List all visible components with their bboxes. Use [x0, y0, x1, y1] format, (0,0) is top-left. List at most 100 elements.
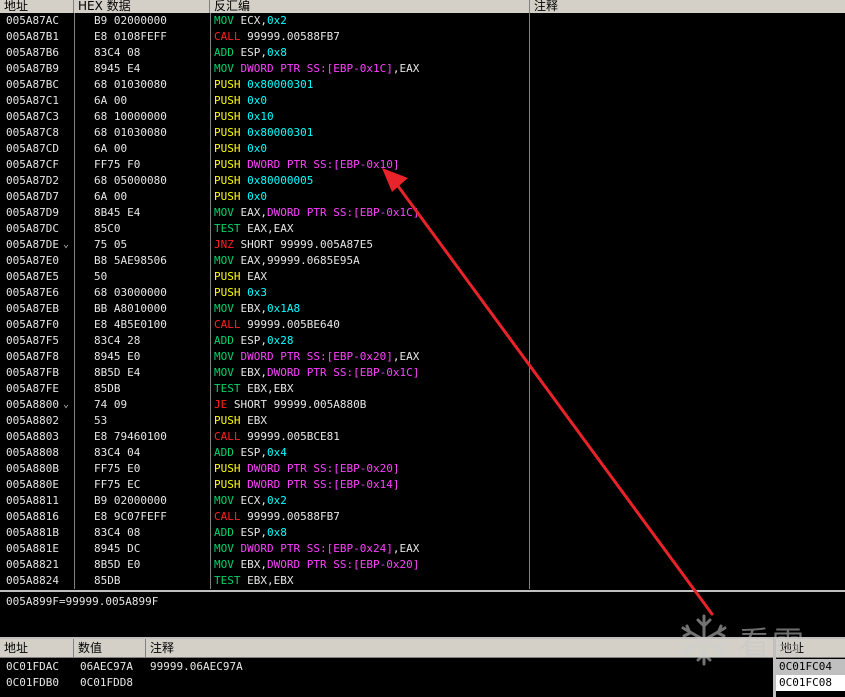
dump-column-value[interactable]: 数值 [74, 639, 146, 657]
disasm-token: EBX [247, 414, 267, 427]
disasm-row[interactable]: 005A87D9 8B45 E4 MOV EAX,DWORD PTR SS:[EBP… [0, 205, 845, 221]
row-hex: 83C4 04 [94, 446, 141, 459]
row-address: 005A87FE [6, 382, 59, 395]
row-address: 005A87EB [6, 302, 59, 315]
dump-row[interactable]: 0C01FDB0 0C01FDD8 [0, 675, 773, 691]
disasm-row[interactable]: 005A87C1 6A 00 PUSH 0x0 [0, 93, 845, 109]
disasm-token: EAX,99999.0685E95A [240, 254, 360, 267]
disasm-token: MOV [214, 254, 241, 267]
disasm-row[interactable]: 005A881E 8945 DC MOV DWORD PTR SS:[EBP-0x2… [0, 541, 845, 557]
disasm-row[interactable]: 005A87E0 B8 5AE98506 MOV EAX,99999.0685E95… [0, 253, 845, 269]
disasm-token: MOV [214, 14, 241, 27]
disasm-row[interactable]: 005A87CD 6A 00 PUSH 0x0 [0, 141, 845, 157]
row-hex: BB A8010000 [94, 302, 167, 315]
row-address: 005A87B1 [6, 30, 59, 43]
row-disasm: PUSH 0x0 [214, 93, 267, 109]
disasm-row[interactable]: 005A8811 B9 02000000 MOV ECX,0x2 [0, 493, 845, 509]
disasm-row[interactable]: 005A880B FF75 E0 PUSH DWORD PTR SS:[EBP-0x… [0, 461, 845, 477]
disasm-token: ESP, [240, 46, 268, 59]
disasm-token: SHORT 99999.005A87E5 [240, 238, 373, 251]
disasm-token: ,EAX [392, 350, 420, 363]
disasm-row[interactable]: 005A881B 83C4 08 ADD ESP,0x8 [0, 525, 845, 541]
row-disasm: PUSH DWORD PTR SS:[EBP-0x10] [214, 157, 399, 173]
disasm-token: 0x1A8 [267, 302, 301, 315]
row-disasm: CALL 99999.005BE640 [214, 317, 340, 333]
disasm-token: EAX,EAX [247, 222, 294, 235]
disasm-row[interactable]: 005A87CF FF75 F0 PUSH DWORD PTR SS:[EBP-0x… [0, 157, 845, 173]
disasm-row[interactable]: 005A87C8 68 01030080 PUSH 0x80000301 [0, 125, 845, 141]
disasm-row[interactable]: 005A87DC 85C0 TEST EAX,EAX [0, 221, 845, 237]
disasm-token: EBX,EBX [247, 574, 294, 587]
disasm-row[interactable]: 005A87BC 68 01030080 PUSH 0x80000301 [0, 77, 845, 93]
row-disasm: JNZ SHORT 99999.005A87E5 [214, 237, 373, 253]
disasm-row[interactable]: 005A87F0 E8 4B5E0100 CALL 99999.005BE640 [0, 317, 845, 333]
disasm-row[interactable]: 005A87DE ⌄ 75 05 JNZ SHORT 99999.005A87E5 [0, 237, 845, 253]
row-hex: 85DB [94, 574, 121, 587]
disasm-row[interactable]: 005A87AC B9 02000000 MOV ECX,0x2 [0, 13, 845, 29]
disasm-token: SHORT 99999.005A880B [233, 398, 367, 411]
column-header-comment[interactable]: 注释 [530, 0, 845, 13]
jump-marker-icon: ⌄ [63, 399, 70, 410]
row-address: 005A87B6 [6, 46, 59, 59]
watermark-text: 看雪 [738, 624, 807, 662]
row-disasm: TEST EAX,EAX [214, 221, 293, 237]
disasm-row[interactable]: 005A87D7 6A 00 PUSH 0x0 [0, 189, 845, 205]
row-hex: 8945 E0 [94, 350, 141, 363]
disasm-token: EBX, [240, 302, 268, 315]
disasm-header: 地址 HEX 数据 反汇编 注释 [0, 0, 845, 14]
disasm-row[interactable]: 005A87E5 50 PUSH EAX [0, 269, 845, 285]
disasm-row[interactable]: 005A87F5 83C4 28 ADD ESP,0x28 [0, 333, 845, 349]
column-header-disasm[interactable]: 反汇编 [210, 0, 530, 13]
row-address: 005A880E [6, 478, 59, 491]
row-hex: 68 05000080 [94, 174, 167, 187]
disasm-row[interactable]: 005A8821 8B5D E0 MOV EBX,DWORD PTR SS:[EBP… [0, 557, 845, 573]
row-hex: 68 01030080 [94, 78, 167, 91]
disasm-row[interactable]: 005A8803 E8 79460100 CALL 99999.005BCE81 [0, 429, 845, 445]
row-hex: FF75 E0 [94, 462, 141, 475]
column-header-address[interactable]: 地址 [0, 0, 74, 13]
row-hex: 75 05 [94, 238, 128, 251]
disasm-row[interactable]: 005A8824 85DB TEST EBX,EBX [0, 573, 845, 589]
disasm-row[interactable]: 005A8800 ⌄ 74 09 JE SHORT 99999.005A880B [0, 397, 845, 413]
disasm-row[interactable]: 005A8802 53 PUSH EBX [0, 413, 845, 429]
row-disasm: ADD ESP,0x8 [214, 525, 287, 541]
dump-value: 0C01FDD8 [80, 676, 133, 689]
row-hex: 85DB [94, 382, 121, 395]
disasm-row[interactable]: 005A880E FF75 EC PUSH DWORD PTR SS:[EBP-0x… [0, 477, 845, 493]
disasm-row[interactable]: 005A87B6 83C4 08 ADD ESP,0x8 [0, 45, 845, 61]
disasm-row[interactable]: 005A87EB BB A8010000 MOV EBX,0x1A8 [0, 301, 845, 317]
row-address: 005A8816 [6, 510, 59, 523]
disasm-row[interactable]: 005A87FB 8B5D E4 MOV EBX,DWORD PTR SS:[EBP… [0, 365, 845, 381]
disasm-row[interactable]: 005A87B1 E8 0108FEFF CALL 99999.00588FB7 [0, 29, 845, 45]
disasm-row[interactable]: 005A87F8 8945 E0 MOV DWORD PTR SS:[EBP-0x2… [0, 349, 845, 365]
disasm-token: DWORD PTR SS:[EBP-0x20] [240, 350, 393, 363]
disasm-token: 0x2 [267, 494, 287, 507]
disasm-row[interactable]: 005A87D2 68 05000080 PUSH 0x80000005 [0, 173, 845, 189]
dump-column-address[interactable]: 地址 [0, 639, 74, 657]
row-disasm: MOV ECX,0x2 [214, 493, 287, 509]
disasm-token: 0x4 [267, 446, 287, 459]
row-address: 005A87B9 [6, 62, 59, 75]
disasm-row[interactable]: 005A8808 83C4 04 ADD ESP,0x4 [0, 445, 845, 461]
row-hex: 8B45 E4 [94, 206, 141, 219]
column-header-hex[interactable]: HEX 数据 [74, 0, 210, 13]
disasm-row[interactable]: 005A87C3 68 10000000 PUSH 0x10 [0, 109, 845, 125]
row-hex: B9 02000000 [94, 494, 167, 507]
stack-row[interactable]: 0C01FC08 [776, 675, 845, 691]
disasm-token: 0x0 [247, 142, 267, 155]
disasm-row[interactable]: 005A87FE 85DB TEST EBX,EBX [0, 381, 845, 397]
disasm-token: PUSH [214, 478, 248, 491]
dump-pane[interactable]: 0C01FDAC 06AEC97A 99999.06AEC97A 0C01FDB0 0C… [0, 658, 773, 697]
disasm-row[interactable]: 005A87E6 68 03000000 PUSH 0x3 [0, 285, 845, 301]
row-disasm: MOV DWORD PTR SS:[EBP-0x1C],EAX [214, 61, 419, 77]
row-address: 005A8803 [6, 430, 59, 443]
disasm-pane[interactable]: 005A87AC B9 02000000 MOV ECX,0x2 005A87B1 E8… [0, 13, 845, 589]
row-hex: 8B5D E0 [94, 558, 141, 571]
dump-row[interactable]: 0C01FDAC 06AEC97A 99999.06AEC97A [0, 659, 773, 675]
row-address: 005A87F5 [6, 334, 59, 347]
disasm-row[interactable]: 005A87B9 8945 E4 MOV DWORD PTR SS:[EBP-0x1… [0, 61, 845, 77]
row-hex: 6A 00 [94, 190, 128, 203]
row-address: 005A8802 [6, 414, 59, 427]
disasm-row[interactable]: 005A8816 E8 9C07FEFF CALL 99999.00588FB7 [0, 509, 845, 525]
row-hex: 74 09 [94, 398, 128, 411]
